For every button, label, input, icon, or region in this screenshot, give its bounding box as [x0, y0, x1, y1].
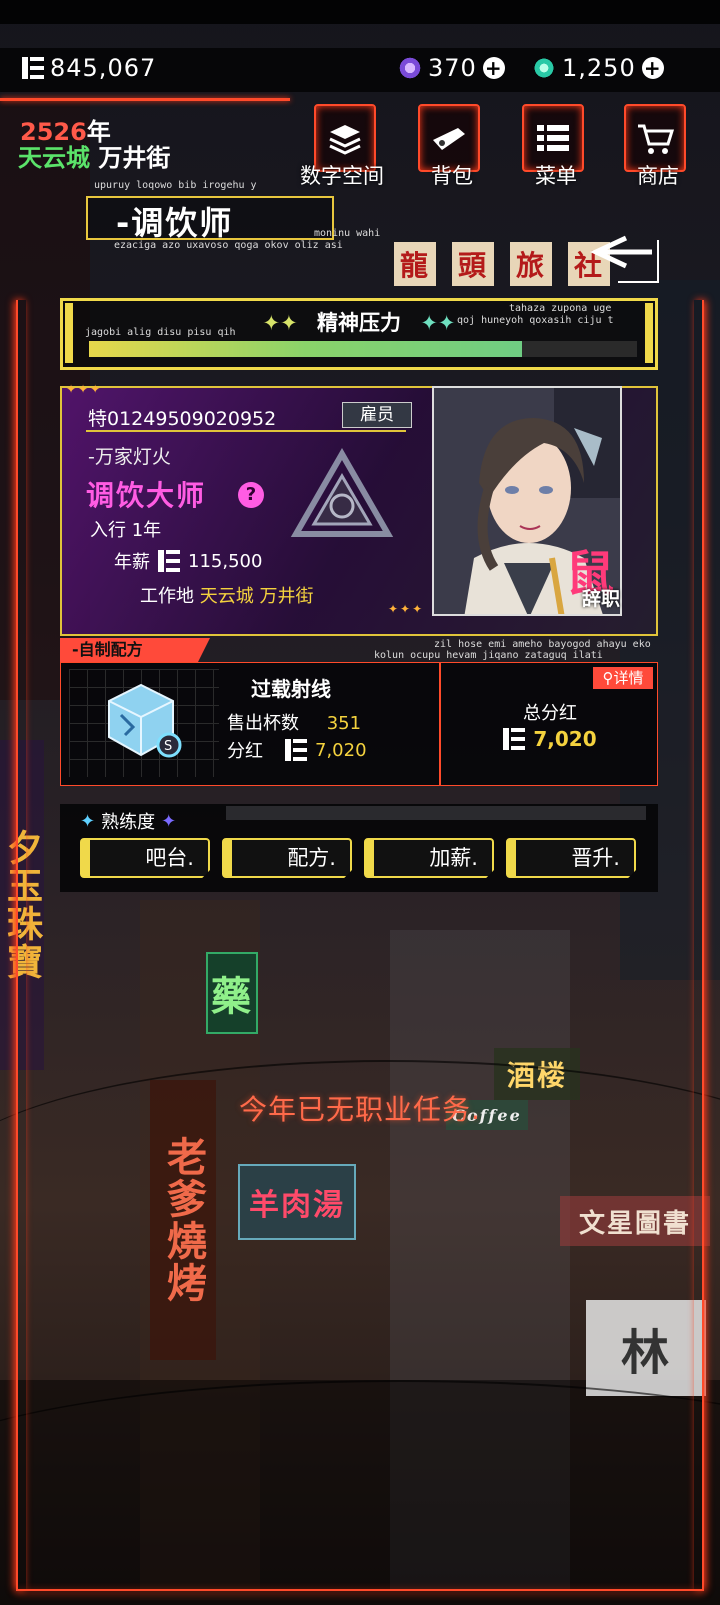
- teal-gem-icon: [532, 56, 556, 80]
- nav-backpack[interactable]: 背包: [412, 104, 482, 188]
- workplace: 工作地 天云城 万井街: [140, 586, 314, 607]
- sparkle-icon: ✦✦: [420, 311, 456, 335]
- add-purple-gem-button[interactable]: +: [482, 57, 505, 79]
- nav-menu[interactable]: 菜单: [516, 104, 586, 188]
- stack-icon: [329, 125, 361, 155]
- header-accent-line: [0, 98, 290, 101]
- job-rank: 调饮大师: [86, 479, 207, 512]
- employer-name: -万家灯火: [88, 446, 171, 468]
- annual-salary: 年薪 115,500: [114, 550, 263, 573]
- ice-cube-drink-icon[interactable]: S: [99, 679, 183, 763]
- company-logo-icon: [290, 448, 394, 537]
- recipe-tag: -自制配方: [60, 638, 210, 662]
- status-bar: [0, 0, 720, 24]
- purple-gem-counter: 370 +: [398, 54, 505, 82]
- svg-text:S: S: [164, 739, 172, 754]
- recipe-panel: S 过载射线 售出杯数 351 分红 7,020 ⚲详情 总分红 7,020: [60, 662, 658, 786]
- quit-button[interactable]: 辞职: [582, 584, 620, 611]
- coin-icon: [285, 739, 307, 761]
- current-location: 天云城 万井街: [18, 138, 170, 173]
- recipe-dividend: 分红 7,020: [227, 739, 367, 762]
- sparkle-icon: ✦✦: [262, 311, 298, 335]
- purple-gem-icon: [398, 56, 422, 80]
- nav-shop[interactable]: 商店: [618, 104, 688, 188]
- bag-icon: [433, 128, 465, 150]
- stress-bar: [89, 341, 637, 357]
- no-tasks-notice: 今年已无职业任务.: [239, 1093, 481, 1126]
- raise-salary-button[interactable]: 加薪.: [364, 838, 494, 878]
- stress-title: ✦✦ 精神压力 ✦✦: [262, 311, 456, 335]
- nav-digital-space[interactable]: 数字空间: [300, 104, 384, 188]
- search-icon: ⚲: [602, 669, 614, 687]
- help-icon[interactable]: ?: [238, 482, 264, 508]
- street-name: 万井街: [98, 144, 171, 172]
- employee-id: 特01249509020952: [88, 408, 277, 430]
- total-dividend-label: 总分红: [523, 703, 577, 724]
- menu-list-icon: [537, 125, 569, 151]
- coin-icon: [503, 728, 526, 750]
- pharmacy-sign: 藥: [206, 952, 258, 1034]
- back-arrow-icon[interactable]: [588, 230, 668, 290]
- recipe-button[interactable]: 配方.: [222, 838, 352, 878]
- recipe-name: 过载射线: [251, 677, 331, 701]
- coin-icon: [22, 57, 44, 79]
- mental-stress-panel: jagobi alig disu pisu qih tahaza zupona …: [60, 298, 658, 370]
- stress-bar-fill: [89, 341, 522, 357]
- coin-amount: 845,067: [50, 54, 157, 82]
- sparkle-icon: ✦: [80, 810, 96, 832]
- proficiency-label: ✦ 熟练度 ✦: [80, 810, 177, 834]
- coin-counter: 845,067: [22, 54, 156, 82]
- proficiency-panel: ✦ 熟练度 ✦ 吧台. 配方. 加薪. 晋升.: [60, 804, 658, 892]
- dragon-sign: 龍 頭 旅 社: [393, 236, 611, 292]
- lin-sign: 林: [586, 1300, 706, 1396]
- teal-gem-amount: 1,250: [562, 54, 636, 82]
- job-title: -调饮师: [116, 204, 234, 242]
- employee-card: ✦✦✦ 特01249509020952 雇员 -万家灯火 调饮大师 ? 入行 1…: [60, 382, 658, 636]
- experience: 入行 1年: [90, 520, 162, 541]
- total-dividend: 7,020: [441, 727, 659, 751]
- proficiency-bar: [226, 806, 646, 820]
- cart-icon: [638, 124, 674, 154]
- sparkle-icon: ✦: [161, 810, 177, 832]
- employee-badge: 雇员: [342, 402, 412, 428]
- city-name: 天云城: [18, 144, 90, 172]
- neon-frame-right: [694, 300, 704, 1590]
- promotion-button[interactable]: 晋升.: [506, 838, 636, 878]
- coin-icon: [158, 550, 180, 572]
- details-button[interactable]: ⚲详情: [593, 667, 653, 689]
- teal-gem-counter: 1,250 +: [532, 54, 664, 82]
- bar-counter-button[interactable]: 吧台.: [80, 838, 210, 878]
- add-teal-gem-button[interactable]: +: [641, 57, 664, 79]
- neon-frame-bottom: [16, 1589, 704, 1591]
- purple-gem-amount: 370: [428, 54, 477, 82]
- cups-sold: 售出杯数 351: [227, 713, 362, 734]
- neon-frame-left: [16, 300, 26, 1590]
